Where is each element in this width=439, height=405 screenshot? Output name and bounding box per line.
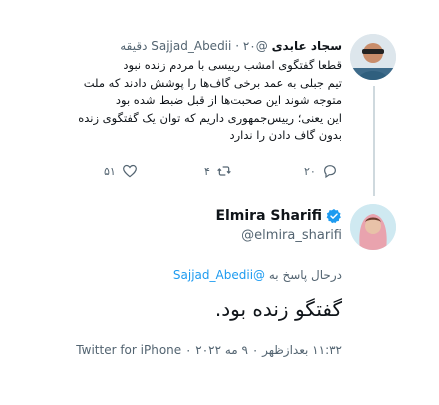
retweet-count: ۴: [204, 164, 210, 178]
author-avatar[interactable]: [350, 204, 396, 250]
author-block: Elmira Sharifi @elmira_sharifi: [122, 208, 342, 243]
author-name-row: Elmira Sharifi: [122, 208, 342, 224]
like-button[interactable]: ۵۱: [104, 163, 138, 179]
tweet-timestamp-source[interactable]: ۱۱:۳۲ بعدازظهر ۰ ۹ مه ۲۰۲۲ ۰ Twitter for…: [42, 343, 342, 357]
verified-badge-icon: [326, 209, 341, 224]
quoted-tweet-header: سجاد عابدی @Sajjad_Abedii · ۲۰ دقیقه: [82, 39, 342, 53]
quoted-tweet-body: قطعا گفتگوی امشب رییسی با مردم زنده نبود…: [78, 57, 343, 145]
thread-connector-line: [373, 86, 375, 196]
quoted-body-line: تیم جبلی به عمد برخی گاف‌ها را پوشش دادن…: [83, 75, 342, 90]
reply-button[interactable]: ۲۰: [304, 163, 338, 179]
reply-count: ۲۰: [304, 164, 316, 178]
reply-icon: [323, 165, 336, 179]
replying-to-line: درحال پاسخ به @Sajjad_Abedii: [82, 268, 342, 282]
like-icon: [122, 164, 137, 178]
quoted-body-line: متوجه شوند این صحبت‌ها از قبل ضبط شده بو…: [115, 93, 342, 107]
quoted-avatar-image: [350, 34, 396, 80]
author-avatar-image: [350, 204, 396, 250]
replying-to-label: درحال پاسخ به: [268, 268, 342, 282]
quoted-action-bar: ۵۱ ۴ ۲۰: [104, 163, 339, 183]
quoted-author-name[interactable]: سجاد عابدی: [272, 39, 342, 53]
tweet-text: گفتگو زنده بود.: [214, 297, 342, 321]
quoted-body-line: این یعنی؛ رییس‌جمهوری داریم که توان یک گ…: [78, 110, 342, 125]
like-count: ۵۱: [104, 164, 116, 178]
replying-to-handle-link[interactable]: @Sajjad_Abedii: [173, 268, 265, 282]
quoted-body-line: بدون گاف دادن را ندارد: [229, 128, 343, 142]
retweet-button[interactable]: ۴: [204, 163, 232, 179]
author-name[interactable]: Elmira Sharifi: [215, 208, 322, 224]
author-handle[interactable]: @elmira_sharifi: [122, 228, 342, 243]
quoted-author-avatar[interactable]: [350, 34, 396, 80]
retweet-icon: [217, 166, 231, 176]
quoted-body-line: قطعا گفتگوی امشب رییسی با مردم زنده نبود: [123, 58, 342, 72]
separator-dot: ·: [235, 39, 240, 53]
